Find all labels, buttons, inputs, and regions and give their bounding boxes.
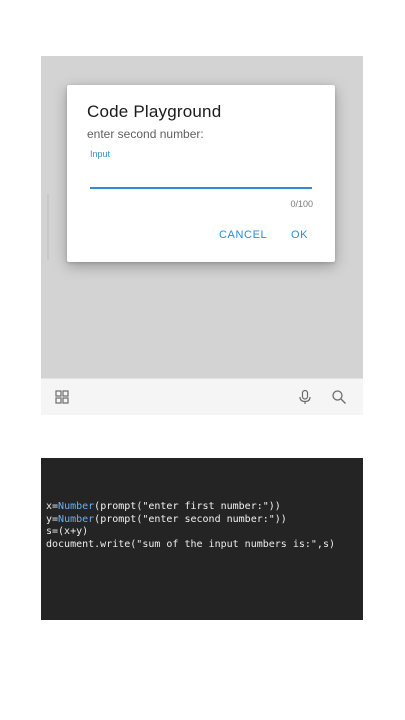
prompt-input[interactable]	[90, 161, 312, 189]
code-var: y=	[46, 513, 59, 525]
code-var: x=	[46, 501, 59, 512]
grid-icon[interactable]	[54, 389, 70, 405]
code-line-2: y=Number(prompt("enter second number:"))	[46, 514, 335, 527]
video-frame: Code Playground enter second number: Inp…	[0, 0, 405, 720]
code-rest: (prompt("enter first number:"))	[94, 501, 281, 512]
code-keyword: Number	[58, 501, 95, 512]
code-line-1: x=Number(prompt("enter first number:"))	[46, 501, 335, 514]
phone-screen: Code Playground enter second number: Inp…	[41, 56, 363, 415]
code-rest: (prompt("enter second number:"))	[94, 513, 287, 525]
search-icon[interactable]	[331, 389, 347, 405]
code-block: x=Number(prompt("enter first number:")) y…	[41, 458, 363, 620]
code-line-4: document.write("sum of the input numbers…	[46, 538, 335, 550]
dialog-message: enter second number:	[87, 127, 204, 141]
prompt-dialog: Code Playground enter second number: Inp…	[67, 85, 335, 262]
character-counter: 0/100	[290, 199, 313, 209]
dialog-title: Code Playground	[87, 102, 222, 121]
keyboard-toolbar	[41, 378, 363, 415]
code-lines: x=Number(prompt("enter first number:")) y…	[46, 501, 335, 551]
cancel-button[interactable]: CANCEL	[219, 229, 267, 241]
code-line-3: s=(x+y)	[46, 526, 89, 537]
ok-button[interactable]: OK	[291, 229, 308, 241]
scrollbar-edge	[47, 194, 49, 260]
code-keyword: Number	[58, 513, 95, 525]
input-label: Input	[90, 149, 111, 159]
microphone-icon[interactable]	[297, 389, 313, 405]
